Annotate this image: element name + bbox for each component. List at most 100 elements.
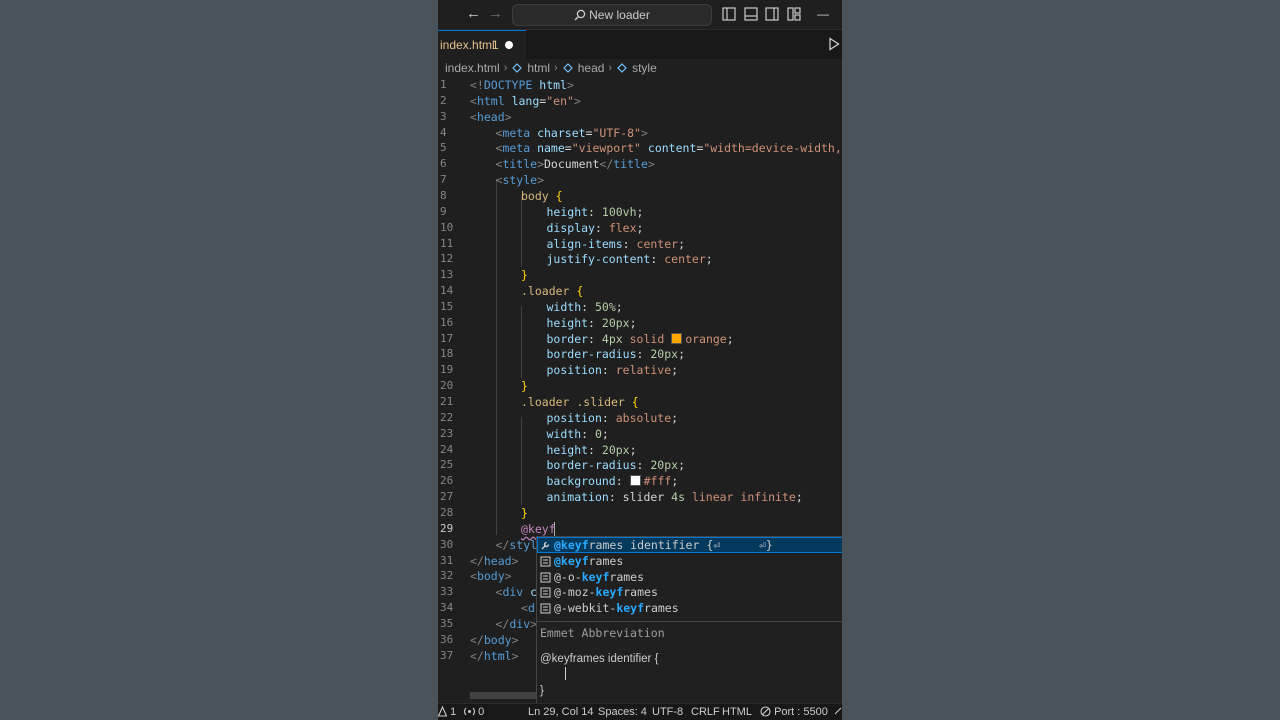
line-number: 34 (440, 601, 454, 615)
line-code: <!DOCTYPE html> (470, 77, 574, 93)
code-line[interactable]: 19 position: relative; (438, 362, 842, 378)
vscode-window: ← → New loader — index.html 1 index.html… (438, 0, 842, 720)
breadcrumb-style[interactable]: style (632, 61, 657, 75)
code-line[interactable]: 16 height: 20px; (438, 315, 842, 331)
code-line[interactable]: 17 border: 4px solid orange; (438, 331, 842, 347)
forward-icon[interactable]: → (488, 5, 503, 23)
code-line[interactable]: 10 display: flex; (438, 220, 842, 236)
code-token: style (502, 173, 538, 188)
customize-layout-icon[interactable] (787, 7, 801, 21)
code-line[interactable]: 23 width: 0; (438, 426, 842, 442)
tab-index-html[interactable]: index.html 1 (438, 30, 526, 59)
toggle-panel-icon[interactable] (744, 7, 758, 21)
code-line[interactable]: 27 animation: slider 4s linear infinite; (438, 489, 842, 505)
element-icon (617, 63, 627, 73)
snippet-icon (540, 603, 551, 614)
horizontal-scrollbar[interactable] (470, 692, 536, 699)
code-line[interactable]: 14 .loader { (438, 283, 842, 299)
chevron-right-icon: › (554, 62, 558, 74)
line-number: 7 (440, 173, 447, 187)
code-token: "UTF-8" (592, 125, 641, 140)
code-token: orange (685, 331, 727, 346)
unsaved-dot-icon[interactable] (505, 41, 513, 49)
suggestion-item[interactable]: @-o-keyframes (537, 569, 842, 585)
code-token: : (650, 252, 665, 267)
toggle-primary-sidebar-icon[interactable] (722, 7, 736, 21)
ports-indicator[interactable]: 0 (464, 704, 484, 720)
code-token: html (483, 648, 512, 663)
code-line[interactable]: 11 align-items: center; (438, 236, 842, 252)
code-token: </ (470, 632, 484, 647)
suggest-widget[interactable]: @keyframes identifier {⏎ ⏎} @keyframes @-o-… (536, 536, 842, 705)
code-token: border-radius (546, 347, 637, 362)
code-line[interactable]: 22 position: absolute; (438, 410, 842, 426)
code-token: body (476, 569, 505, 584)
code-line[interactable]: 2 <html lang="en"> (438, 93, 842, 109)
line-number: 18 (440, 347, 454, 361)
run-icon[interactable] (828, 37, 840, 51)
code-line[interactable]: 29 @keyf (438, 521, 842, 537)
code-token: 0 (594, 426, 602, 441)
code-line[interactable]: 3 <head> (438, 109, 842, 125)
preview-line-3: } (540, 685, 544, 697)
code-token: infinite (740, 490, 796, 505)
suggestion-item[interactable]: @-moz-keyframes (537, 584, 842, 600)
code-token: : (588, 331, 602, 346)
breadcrumb-head[interactable]: head (578, 61, 605, 75)
code-token: center (636, 236, 679, 251)
line-number: 26 (440, 474, 454, 488)
suggestion-item[interactable]: @keyframes (537, 553, 842, 569)
color-swatch[interactable] (629, 475, 641, 487)
code-line[interactable]: 18 border-radius: 20px; (438, 346, 842, 362)
code-line[interactable]: 9 height: 100vh; (438, 204, 842, 220)
element-icon (512, 63, 523, 73)
code-line[interactable]: 20} (438, 378, 842, 394)
code-token: : (588, 315, 602, 330)
encoding-setting[interactable]: UTF-8 (652, 704, 683, 720)
back-icon[interactable]: ← (466, 5, 481, 23)
color-swatch[interactable] (671, 332, 683, 344)
code-line[interactable]: 24 height: 20px; (438, 442, 842, 458)
code-line[interactable]: 21 .loader .slider { (438, 394, 842, 410)
code-line[interactable]: 13} (438, 267, 842, 283)
breadcrumb-file[interactable]: index.html (445, 61, 500, 75)
code-token: "viewport" (571, 141, 641, 156)
line-code: height: 20px; (547, 442, 637, 458)
notifications-icon[interactable] (834, 704, 842, 720)
code-line[interactable]: 7 <style> (438, 172, 842, 188)
breadcrumb-html[interactable]: html (527, 61, 550, 75)
eol-setting[interactable]: CRLF (691, 704, 720, 720)
line-number: 37 (440, 648, 454, 662)
code-line[interactable]: 4 <meta charset="UTF-8"> (438, 125, 842, 141)
line-number: 5 (440, 141, 447, 155)
suggestion-item[interactable]: @keyframes identifier {⏎ ⏎} (537, 537, 842, 553)
code-line[interactable]: 25 border-radius: 20px; (438, 457, 842, 473)
problems-indicator[interactable]: 1 (438, 704, 456, 720)
code-line[interactable]: 5 <meta name="viewport" content="width=de… (438, 140, 842, 156)
code-line[interactable]: 6 <title>Document</title> (438, 156, 842, 172)
cursor-position[interactable]: Ln 29, Col 14 (528, 704, 593, 720)
code-token: ; (678, 458, 686, 473)
code-token: ; (678, 236, 686, 251)
code-token: < (470, 109, 477, 124)
line-number: 29 (440, 521, 454, 535)
line-number: 10 (440, 220, 454, 234)
code-line[interactable]: 8 body { (438, 188, 842, 204)
code-line[interactable]: 12 justify-content: center; (438, 251, 842, 267)
language-mode[interactable]: HTML (722, 704, 752, 720)
indentation-setting[interactable]: Spaces: 4 (598, 704, 647, 720)
code-line[interactable]: 15 width: 50%; (438, 299, 842, 315)
line-number: 24 (440, 442, 454, 456)
code-token: ; (671, 363, 679, 378)
command-center-search[interactable]: New loader (512, 4, 712, 26)
line-number: 8 (440, 188, 447, 202)
suggestion-item[interactable]: @-webkit-keyframes (537, 600, 842, 616)
code-line[interactable]: 1 <!DOCTYPE html> (438, 77, 842, 93)
code-token: ; (726, 331, 734, 346)
toggle-secondary-sidebar-icon[interactable] (765, 7, 779, 21)
code-line[interactable]: 28} (438, 505, 842, 521)
minimize-button[interactable]: — (817, 5, 829, 23)
code-line[interactable]: 26 background: #fff; (438, 473, 842, 489)
live-server-port[interactable]: Port : 5500 (760, 704, 828, 720)
